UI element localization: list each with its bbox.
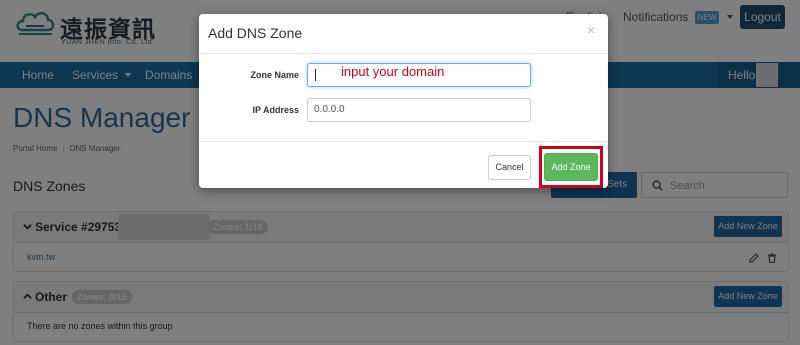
zone-name-label: Zone Name <box>250 70 299 80</box>
ip-address-label: IP Address <box>252 105 299 115</box>
modal-header: Add DNS Zone × <box>199 14 608 54</box>
ip-address-value: 0.0.0.0 <box>314 104 345 115</box>
add-dns-zone-dialog: Add DNS Zone × Zone Name input your doma… <box>199 14 608 188</box>
input-hint-annotation: input your domain <box>341 64 445 79</box>
text-cursor <box>315 69 316 81</box>
modal-title: Add DNS Zone <box>208 25 303 41</box>
modal-footer: Cancel Add Zone <box>199 141 608 188</box>
ip-address-input[interactable]: 0.0.0.0 <box>307 98 531 122</box>
add-zone-button[interactable]: Add Zone <box>544 153 598 181</box>
cancel-button[interactable]: Cancel <box>488 155 531 180</box>
close-icon[interactable]: × <box>587 22 595 38</box>
